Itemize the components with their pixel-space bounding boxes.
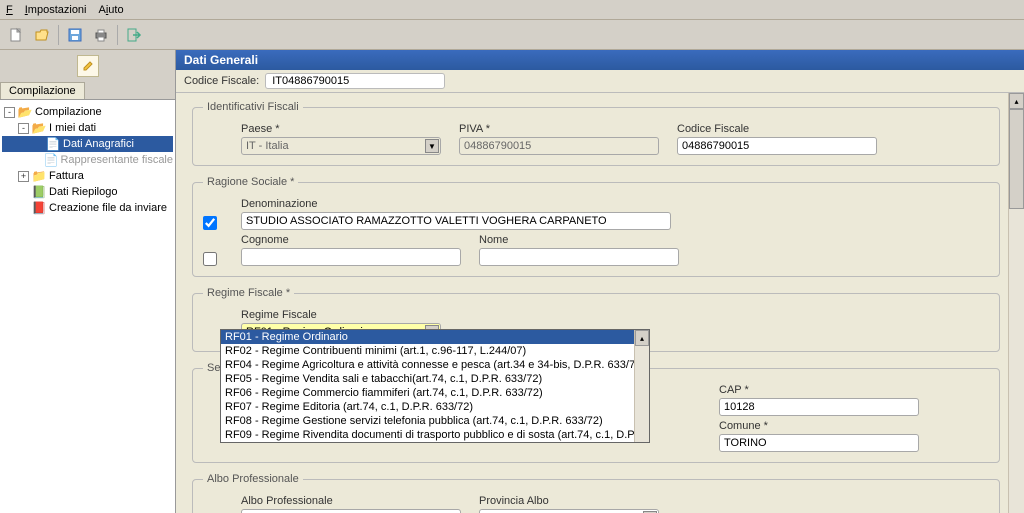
albo-field[interactable] <box>241 509 461 513</box>
sidebar: Compilazione -Compilazione-I miei datiDa… <box>0 50 176 513</box>
fieldset-fiscali: Identificativi Fiscali Paese * IT - Ital… <box>192 101 1000 166</box>
comune-field[interactable]: TORINO <box>719 434 919 452</box>
regime-label: Regime Fiscale <box>241 309 441 321</box>
folder-open-icon <box>34 27 50 43</box>
fieldset-albo: Albo Professionale Albo Professionale Pr… <box>192 473 1000 513</box>
nome-field[interactable] <box>479 248 679 266</box>
tree-item-compilazione[interactable]: - Compilazione <box>2 104 173 120</box>
cap-field[interactable]: 10128 <box>719 398 919 416</box>
regime-option[interactable]: RF08 - Regime Gestione servizi telefonia… <box>221 414 649 428</box>
tree-toggle[interactable]: - <box>4 107 15 118</box>
subbar-label: Codice Fiscale: <box>184 75 259 87</box>
new-file-button[interactable] <box>4 23 28 47</box>
form-title: Dati Generali <box>176 50 1024 70</box>
open-file-button[interactable] <box>30 23 54 47</box>
regime-option[interactable]: RF01 - Regime Ordinario <box>221 330 649 344</box>
piva-field: 04886790015 <box>459 137 659 155</box>
subbar-value: IT04886790015 <box>265 73 445 89</box>
print-button[interactable] <box>89 23 113 47</box>
tree-item-label: Fattura <box>49 170 84 182</box>
denom-field[interactable]: STUDIO ASSOCIATO RAMAZZOTTO VALETTI VOGH… <box>241 212 671 230</box>
sidebar-tab-compilazione[interactable]: Compilazione <box>0 82 85 99</box>
regime-option[interactable]: RF02 - Regime Contribuenti minimi (art.1… <box>221 344 649 358</box>
tree-item-i-miei-dati[interactable]: - I miei dati <box>2 120 173 136</box>
menubar: F Impostazioni Aiuto <box>0 0 1024 20</box>
tree-item-label: Creazione file da inviare <box>49 202 167 214</box>
print-icon <box>93 27 109 43</box>
regime-dropdown[interactable]: RF01 - Regime OrdinarioRF02 - Regime Con… <box>220 329 650 443</box>
exit-icon <box>126 27 142 43</box>
comune-label: Comune * <box>719 420 919 432</box>
tree-item-label: Dati Riepilogo <box>49 186 117 198</box>
tree-item-fattura[interactable]: + Fattura <box>2 168 173 184</box>
tree-item-label: I miei dati <box>49 122 96 134</box>
toolbar <box>0 20 1024 50</box>
scroll-up-icon[interactable]: ▴ <box>1009 93 1024 109</box>
form-subbar: Codice Fiscale: IT04886790015 <box>176 70 1024 93</box>
form-body: Identificativi Fiscali Paese * IT - Ital… <box>176 93 1024 513</box>
albo-label: Albo Professionale <box>241 495 461 507</box>
doc-icon <box>45 137 61 151</box>
tree-toggle[interactable]: + <box>18 171 29 182</box>
tree-item-dati-riepilogo[interactable]: Dati Riepilogo <box>2 184 173 200</box>
regime-option[interactable]: RF06 - Regime Commercio fiammiferi (art.… <box>221 386 649 400</box>
legend-regime: Regime Fiscale * <box>203 287 294 299</box>
provincia-select[interactable] <box>479 509 659 513</box>
provincia-label: Provincia Albo <box>479 495 659 507</box>
save-button[interactable] <box>63 23 87 47</box>
edit-icon[interactable] <box>77 55 99 77</box>
regime-option[interactable]: RF09 - Regime Rivendita documenti di tra… <box>221 428 649 442</box>
paese-select[interactable]: IT - Italia <box>241 137 441 155</box>
form-pane: Dati Generali Codice Fiscale: IT04886790… <box>176 50 1024 513</box>
exit-button[interactable] <box>122 23 146 47</box>
cognome-field[interactable] <box>241 248 461 266</box>
doc-green-icon <box>31 185 47 199</box>
legend-ragione: Ragione Sociale * <box>203 176 298 188</box>
form-scrollbar[interactable]: ▴ <box>1008 93 1024 513</box>
tree: -Compilazione-I miei datiDati Anagrafici… <box>0 100 175 513</box>
legend-albo: Albo Professionale <box>203 473 303 485</box>
tree-item-label: Compilazione <box>35 106 102 118</box>
regime-option[interactable]: RF04 - Regime Agricoltura e attività con… <box>221 358 649 372</box>
dropdown-scrollbar[interactable]: ▴ <box>634 330 649 442</box>
folder-open-icon <box>17 105 33 119</box>
chevron-down-icon[interactable]: ▼ <box>425 139 439 153</box>
save-icon <box>67 27 83 43</box>
tree-item-label: Rappresentante fiscale <box>60 154 173 166</box>
scroll-thumb[interactable] <box>1009 109 1024 209</box>
folder-icon <box>31 169 47 183</box>
tree-item-creazione-file-da-inviare[interactable]: Creazione file da inviare <box>2 200 173 216</box>
folder-open-icon <box>31 121 47 135</box>
regime-option[interactable]: RF05 - Regime Vendita sali e tabacchi(ar… <box>221 372 649 386</box>
paese-label: Paese * <box>241 123 441 135</box>
tree-item-label: Dati Anagrafici <box>63 138 134 150</box>
legend-fiscali: Identificativi Fiscali <box>203 101 303 113</box>
toolbar-separator <box>58 25 59 45</box>
doc-red-icon <box>31 201 47 215</box>
nome-label: Nome <box>479 234 679 246</box>
denom-checkbox[interactable] <box>203 216 217 230</box>
menu-settings[interactable]: Impostazioni <box>25 4 87 16</box>
tree-item-dati-anagrafici[interactable]: Dati Anagrafici <box>2 136 173 152</box>
cognome-checkbox[interactable] <box>203 252 217 266</box>
doc-icon <box>44 153 59 167</box>
fieldset-ragione: Ragione Sociale * Denominazione STUDIO A… <box>192 176 1000 277</box>
cf-label: Codice Fiscale <box>677 123 877 135</box>
tree-item-rappresentante-fiscale[interactable]: Rappresentante fiscale <box>2 152 173 168</box>
cap-label: CAP * <box>719 384 919 396</box>
regime-option[interactable]: RF07 - Regime Editoria (art.74, c.1, D.P… <box>221 400 649 414</box>
tree-toggle[interactable]: - <box>18 123 29 134</box>
sidebar-header <box>0 50 175 82</box>
menu-file[interactable]: F <box>6 4 13 16</box>
cognome-label: Cognome <box>241 234 461 246</box>
page-icon <box>8 27 24 43</box>
piva-label: PIVA * <box>459 123 659 135</box>
scroll-up-icon[interactable]: ▴ <box>635 330 649 346</box>
toolbar-separator <box>117 25 118 45</box>
cf-field[interactable]: 04886790015 <box>677 137 877 155</box>
menu-help[interactable]: Aiuto <box>99 4 124 16</box>
denom-label: Denominazione <box>241 198 989 210</box>
sidebar-tabbar: Compilazione <box>0 82 175 100</box>
